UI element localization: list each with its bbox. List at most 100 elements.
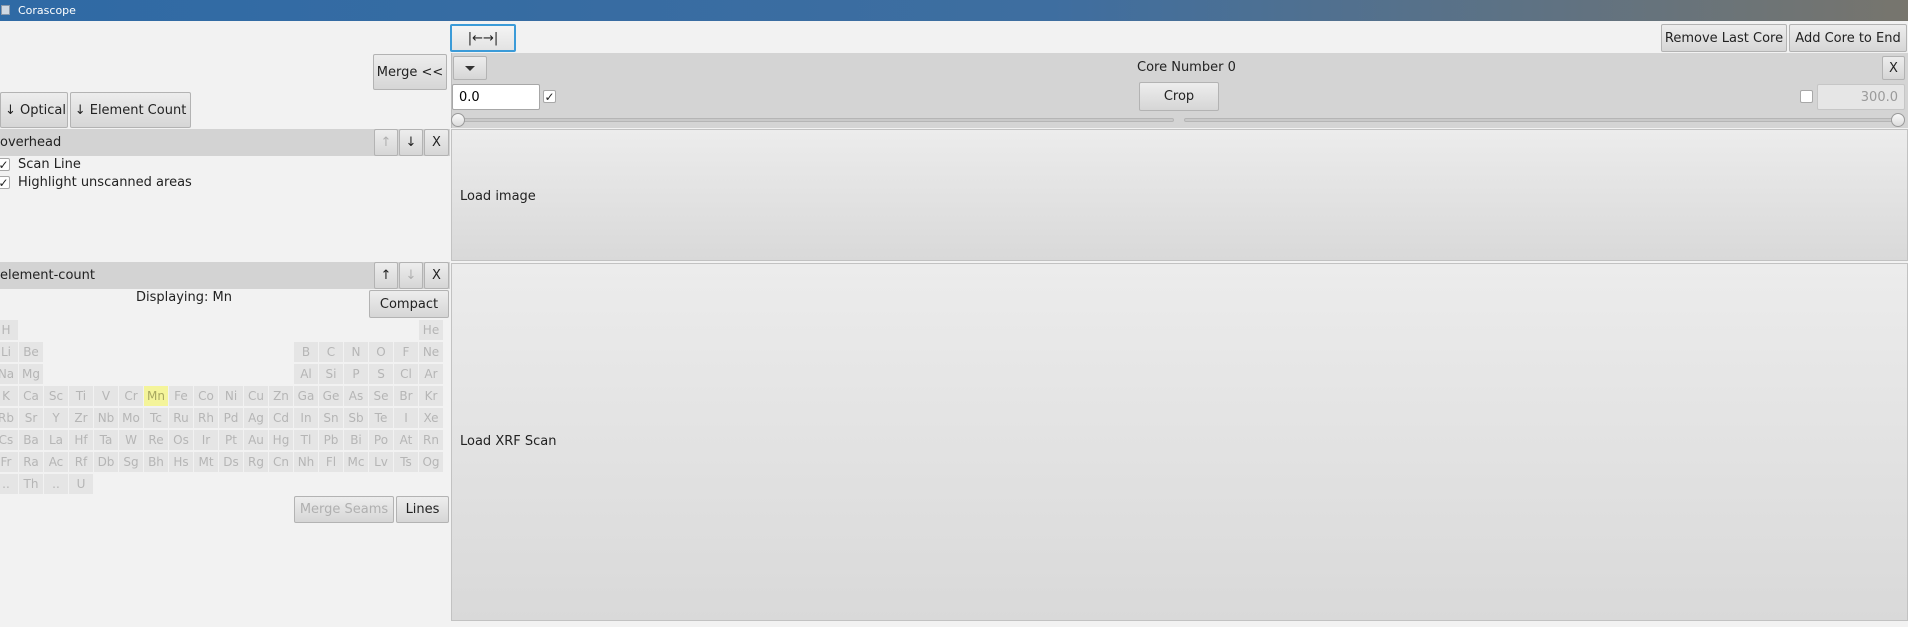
element-k-cell[interactable]: K	[0, 386, 18, 406]
element-fe-cell[interactable]: Fe	[169, 386, 193, 406]
element-count-move-up-button[interactable]: ↑	[374, 262, 398, 289]
crop-start-slider-thumb[interactable]	[451, 113, 465, 127]
crop-button[interactable]: Crop	[1139, 82, 1219, 111]
add-core-to-end-button[interactable]: Add Core to End	[1789, 24, 1907, 52]
element-mo-cell[interactable]: Mo	[119, 408, 143, 428]
overhead-close-button[interactable]: X	[424, 129, 449, 156]
element-mc-cell[interactable]: Mc	[344, 452, 368, 472]
element-sc-cell[interactable]: Sc	[44, 386, 68, 406]
element-ne-cell[interactable]: Ne	[419, 342, 443, 362]
element-au-cell[interactable]: Au	[244, 430, 268, 450]
load-xrf-panel[interactable]: Load XRF Scan	[451, 263, 1908, 621]
element-sg-cell[interactable]: Sg	[119, 452, 143, 472]
crop-end-slider-thumb[interactable]	[1891, 113, 1905, 127]
merge-seams-button[interactable]: Merge Seams	[294, 496, 394, 523]
element-o-cell[interactable]: O	[369, 342, 393, 362]
element-cn-cell[interactable]: Cn	[269, 452, 293, 472]
element-rh-cell[interactable]: Rh	[194, 408, 218, 428]
element-count-move-down-button[interactable]: ↓	[399, 262, 423, 289]
element-sr-cell[interactable]: Sr	[19, 408, 43, 428]
element-ba-cell[interactable]: Ba	[19, 430, 43, 450]
element-pb-cell[interactable]: Pb	[319, 430, 343, 450]
element-sn-cell[interactable]: Sn	[319, 408, 343, 428]
element-hs-cell[interactable]: Hs	[169, 452, 193, 472]
element-xe-cell[interactable]: Xe	[419, 408, 443, 428]
element-c-cell[interactable]: C	[319, 342, 343, 362]
element-mt-cell[interactable]: Mt	[194, 452, 218, 472]
element-tl-cell[interactable]: Tl	[294, 430, 318, 450]
element-na-cell[interactable]: Na	[0, 364, 18, 384]
compact-button[interactable]: Compact	[369, 290, 449, 318]
element-kr-cell[interactable]: Kr	[419, 386, 443, 406]
crop-start-input[interactable]	[452, 84, 540, 110]
element-ag-cell[interactable]: Ag	[244, 408, 268, 428]
element-count-close-button[interactable]: X	[424, 262, 449, 289]
element-he-cell[interactable]: He	[419, 320, 443, 340]
element-pt-cell[interactable]: Pt	[219, 430, 243, 450]
element-th-cell[interactable]: Th	[19, 474, 43, 494]
element-ds-cell[interactable]: Ds	[219, 452, 243, 472]
element-count-button[interactable]: ↓ Element Count	[70, 92, 191, 128]
element-cl-cell[interactable]: Cl	[394, 364, 418, 384]
element-os-cell[interactable]: Os	[169, 430, 193, 450]
overhead-move-up-button[interactable]: ↑	[374, 129, 398, 156]
element-y-cell[interactable]: Y	[44, 408, 68, 428]
element-la-cell[interactable]: La	[44, 430, 68, 450]
element-pd-cell[interactable]: Pd	[219, 408, 243, 428]
element-ca-cell[interactable]: Ca	[19, 386, 43, 406]
lines-button[interactable]: Lines	[396, 496, 449, 523]
core-menu-dropdown[interactable]	[453, 56, 487, 80]
element-rn-cell[interactable]: Rn	[419, 430, 443, 450]
highlight-unscanned-checkbox[interactable]: ✓	[0, 176, 10, 189]
element-se-cell[interactable]: Se	[369, 386, 393, 406]
element-be-cell[interactable]: Be	[19, 342, 43, 362]
element-ts-cell[interactable]: Ts	[394, 452, 418, 472]
element-fr-cell[interactable]: Fr	[0, 452, 18, 472]
element-ta-cell[interactable]: Ta	[94, 430, 118, 450]
element-b-cell[interactable]: B	[294, 342, 318, 362]
element-cu-cell[interactable]: Cu	[244, 386, 268, 406]
element-ac-cell[interactable]: Ac	[44, 452, 68, 472]
element-co-cell[interactable]: Co	[194, 386, 218, 406]
element-al-cell[interactable]: Al	[294, 364, 318, 384]
element-at-cell[interactable]: At	[394, 430, 418, 450]
element-rf-cell[interactable]: Rf	[69, 452, 93, 472]
element-tc-cell[interactable]: Tc	[144, 408, 168, 428]
element-hg-cell[interactable]: Hg	[269, 430, 293, 450]
optical-button[interactable]: ↓ Optical	[0, 92, 68, 128]
element-rb-cell[interactable]: Rb	[0, 408, 18, 428]
core-close-button[interactable]: X	[1882, 56, 1905, 80]
element-nh-cell[interactable]: Nh	[294, 452, 318, 472]
element-w-cell[interactable]: W	[119, 430, 143, 450]
element-po-cell[interactable]: Po	[369, 430, 393, 450]
element-ellipsis-cell[interactable]: ..	[0, 474, 18, 494]
element-cd-cell[interactable]: Cd	[269, 408, 293, 428]
element-bh-cell[interactable]: Bh	[144, 452, 168, 472]
element-f-cell[interactable]: F	[394, 342, 418, 362]
element-lv-cell[interactable]: Lv	[369, 452, 393, 472]
element-ge-cell[interactable]: Ge	[319, 386, 343, 406]
crop-start-checkbox[interactable]: ✓	[543, 90, 556, 103]
element-s-cell[interactable]: S	[369, 364, 393, 384]
element-p-cell[interactable]: P	[344, 364, 368, 384]
element-h-cell[interactable]: H	[0, 320, 18, 340]
element-i-cell[interactable]: I	[394, 408, 418, 428]
element-as-cell[interactable]: As	[344, 386, 368, 406]
element-u-cell[interactable]: U	[69, 474, 93, 494]
crop-end-checkbox[interactable]	[1800, 90, 1813, 103]
element-ra-cell[interactable]: Ra	[19, 452, 43, 472]
element-li-cell[interactable]: Li	[0, 342, 18, 362]
shift-core-button[interactable]: |←→|	[450, 24, 516, 52]
element-nb-cell[interactable]: Nb	[94, 408, 118, 428]
element-db-cell[interactable]: Db	[94, 452, 118, 472]
element-ga-cell[interactable]: Ga	[294, 386, 318, 406]
element-ar-cell[interactable]: Ar	[419, 364, 443, 384]
element-ru-cell[interactable]: Ru	[169, 408, 193, 428]
element-in-cell[interactable]: In	[294, 408, 318, 428]
element-cr-cell[interactable]: Cr	[119, 386, 143, 406]
element-ir-cell[interactable]: Ir	[194, 430, 218, 450]
element-hf-cell[interactable]: Hf	[69, 430, 93, 450]
element-zn-cell[interactable]: Zn	[269, 386, 293, 406]
element-og-cell[interactable]: Og	[419, 452, 443, 472]
merge-button[interactable]: Merge <<	[373, 54, 447, 90]
